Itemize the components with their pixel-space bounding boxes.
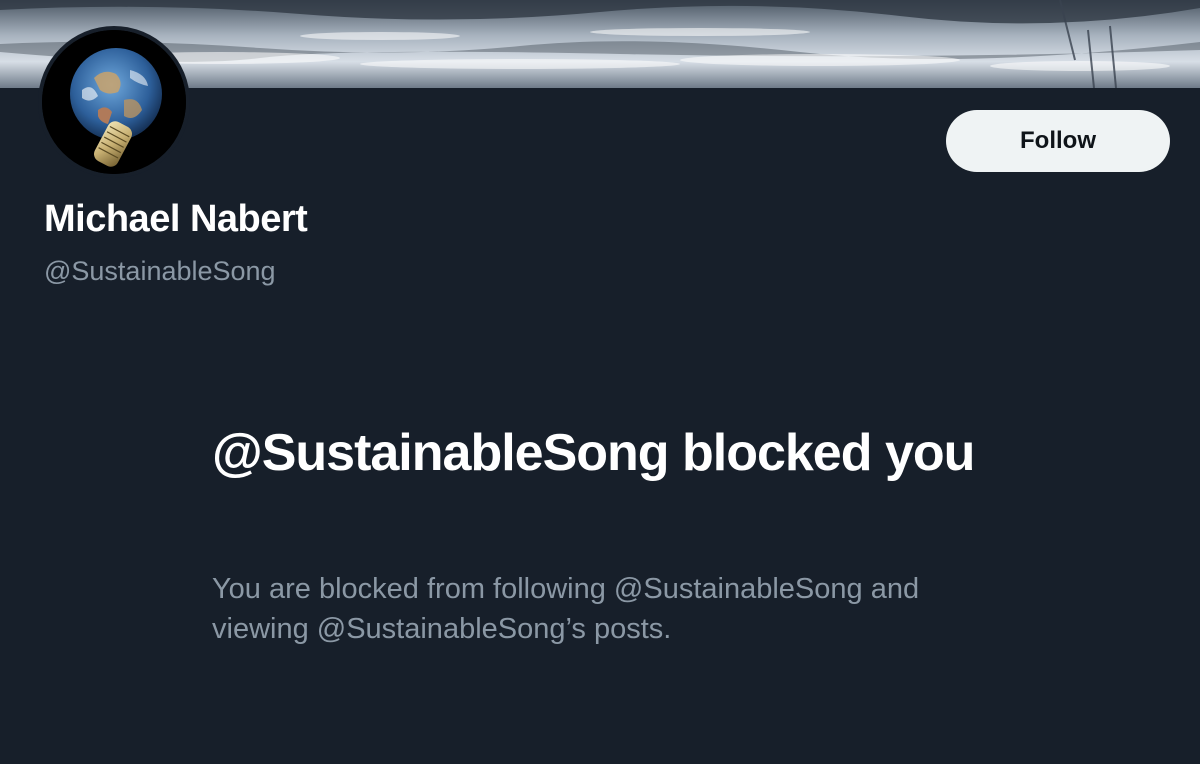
profile-page: Follow Michael Nabert @SustainableSong @… (0, 0, 1200, 764)
blocked-description: You are blocked from following @Sustaina… (212, 573, 920, 645)
follow-button[interactable]: Follow (946, 110, 1170, 172)
blocked-heading: @SustainableSong blocked you (212, 424, 975, 482)
avatar-image (42, 30, 186, 174)
avatar[interactable] (38, 26, 190, 178)
profile-handle: @SustainableSong (44, 256, 276, 286)
profile-display-name: Michael Nabert (44, 198, 308, 240)
earth-microphone-image (42, 30, 186, 174)
